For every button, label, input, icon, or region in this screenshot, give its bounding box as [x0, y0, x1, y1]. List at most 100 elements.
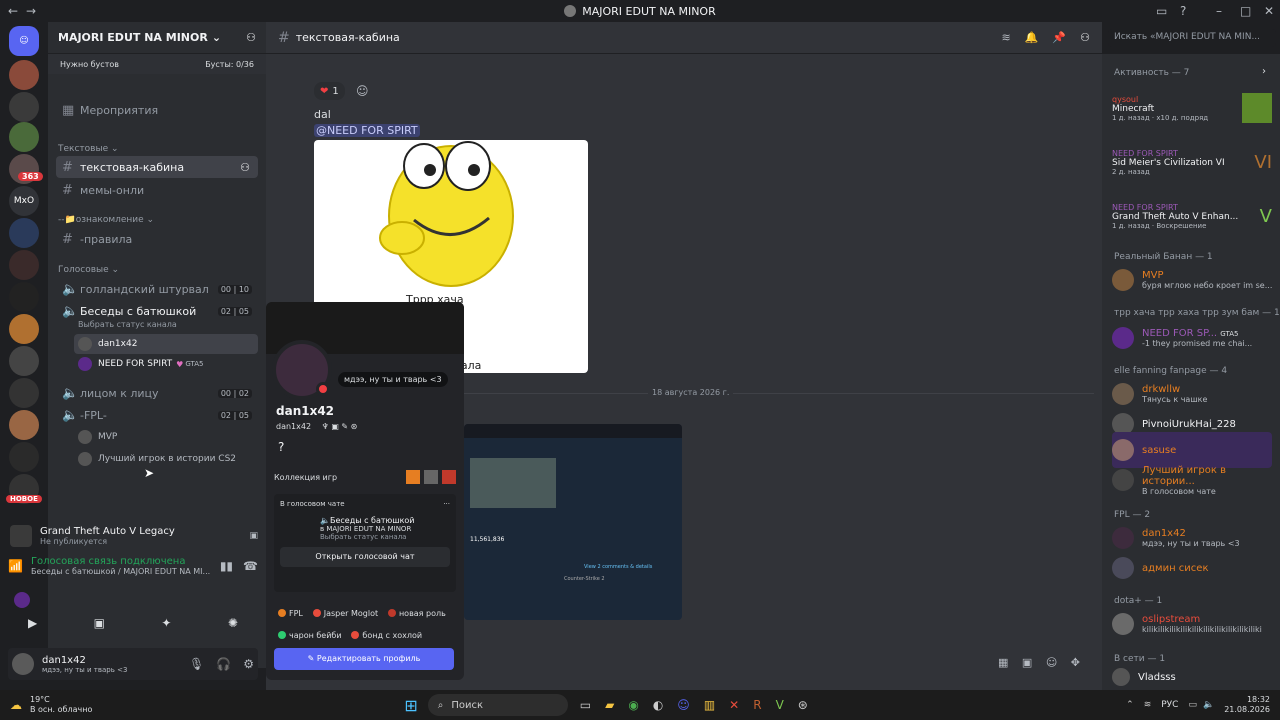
volume-icon[interactable]: 🔈 — [1203, 700, 1214, 710]
activity-item[interactable]: NEED FOR SPIRT Grand Theft Auto V Enhan.… — [1112, 196, 1272, 236]
member-item[interactable]: oslipstream kilikilikilikilikilikilikilik… — [1112, 606, 1272, 642]
headphones-icon[interactable]: 🎧 — [216, 657, 231, 671]
task-view-icon[interactable]: ▭ — [580, 698, 591, 712]
weather[interactable]: 19°C В осн. облачно — [30, 695, 92, 715]
server-icon[interactable] — [9, 250, 39, 280]
microphone-icon[interactable]: 🎙 — [189, 657, 204, 671]
voice-channel-active[interactable]: 🔈 Беседы с батюшкой 02 | 05 — [56, 300, 258, 322]
add-member-icon[interactable]: ⚇ — [240, 161, 250, 174]
activities-icon[interactable]: ✦ — [161, 616, 171, 630]
tray-up-icon[interactable]: ⌃ — [1126, 700, 1134, 710]
network-icon[interactable]: ▭ — [1188, 700, 1197, 710]
avatar[interactable] — [14, 592, 30, 608]
channel-status[interactable]: Выбрать статус канала — [78, 320, 177, 329]
open-voice-button[interactable]: Открыть голосовой чат — [280, 547, 450, 567]
member-item[interactable]: NEED FOR SP... GTA5 -1 they promised me c… — [1112, 320, 1272, 356]
events-item[interactable]: ▦ Мероприятия — [56, 99, 258, 121]
pin-icon[interactable]: 📌 — [1052, 31, 1066, 44]
server-icon[interactable] — [9, 60, 39, 90]
inbox-icon[interactable]: ▭ — [1156, 4, 1167, 18]
member-item[interactable]: Vladsss — [1112, 664, 1272, 690]
signal-icon[interactable]: 📶 — [8, 559, 23, 573]
clock[interactable]: 18:32 21.08.2026 — [1224, 695, 1270, 715]
server-icon[interactable] — [9, 122, 39, 152]
explorer-icon[interactable]: ▰ — [605, 698, 614, 712]
game-activity[interactable]: Grand Theft Auto V Legacy Не публикуется… — [10, 520, 258, 552]
activity-item[interactable]: qysoul Minecraft 1 д. назад · x10 д. под… — [1112, 88, 1272, 128]
voice-user[interactable]: MVP — [78, 430, 117, 444]
edit-profile-button[interactable]: ✎ Редактировать профиль — [274, 648, 454, 670]
screen-share-icon[interactable]: ▣ — [94, 616, 105, 630]
app-icon[interactable]: V — [776, 698, 784, 712]
server-icon[interactable] — [9, 378, 39, 408]
channel-text-cabin[interactable]: # текстовая-кабина ⚇ — [56, 156, 258, 178]
app-icon[interactable]: ⊛ — [798, 698, 808, 712]
bell-icon[interactable]: 🔔 — [1025, 31, 1039, 44]
avatar[interactable] — [12, 653, 34, 675]
channel-memes[interactable]: # мемы-онли — [56, 179, 258, 201]
disconnect-icon[interactable]: ☎ — [243, 559, 258, 573]
category-voice[interactable]: Голосовые ⌄ — [58, 265, 119, 275]
boost-bar[interactable]: Нужно бустов Бусты: 0/36 — [48, 54, 266, 74]
add-member-icon[interactable]: ⚇ — [246, 31, 256, 44]
windows-start-icon[interactable]: ⊞ — [404, 696, 417, 715]
emoji-icon[interactable]: ☺ — [1046, 656, 1057, 669]
discord-icon[interactable]: ☺ — [677, 698, 690, 712]
server-icon[interactable] — [9, 218, 39, 248]
reaction[interactable]: ❤ 1 — [314, 82, 345, 100]
help-icon[interactable]: ? — [1180, 4, 1186, 18]
voice-channel[interactable]: 🔈 голландский штурвал 00 | 10 — [56, 278, 258, 300]
maximize-icon[interactable]: □ — [1240, 4, 1251, 18]
server-icon[interactable] — [9, 442, 39, 472]
member-item[interactable]: админ сисек — [1112, 550, 1272, 586]
more-icon[interactable]: ··· — [443, 500, 450, 508]
gift-icon[interactable]: ▦ — [998, 656, 1008, 669]
gif-icon[interactable]: ▣ — [1022, 656, 1032, 669]
server-header[interactable]: MAJORI EDUT NA MINOR ⌄ ⚇ — [48, 22, 266, 54]
chrome-icon[interactable]: ◉ — [628, 698, 638, 712]
forward-arrow-icon[interactable]: → — [26, 4, 36, 18]
close-icon[interactable]: ✕ — [1264, 4, 1274, 18]
wifi-icon[interactable]: ≋ — [1144, 700, 1152, 710]
add-reaction-icon[interactable]: ☺ — [356, 84, 369, 98]
server-icon[interactable] — [9, 410, 39, 440]
search-input[interactable]: Искать «MAJORI EDUT NA MIN... — [1108, 29, 1276, 47]
app-icon[interactable]: ▥ — [704, 698, 715, 712]
soundboard-icon[interactable]: ✺ — [228, 616, 238, 630]
voice-location[interactable]: Беседы с батюшкой / MAJORI EDUT NA MI... — [31, 567, 210, 576]
voice-user[interactable]: Лучший игрок в истории CS2 — [78, 452, 236, 466]
members-icon[interactable]: ⚇ — [1080, 31, 1090, 44]
minimize-icon[interactable]: – — [1216, 4, 1222, 18]
server-icon[interactable] — [9, 92, 39, 122]
weather-icon[interactable]: ☁ — [10, 698, 22, 712]
channel-rules[interactable]: # -правила — [56, 228, 258, 250]
screenshot-attachment[interactable]: 11,561,836 View 2 comments & details Cou… — [464, 424, 682, 620]
taskbar-search[interactable]: ⌕ Поиск — [427, 694, 568, 716]
server-icon[interactable] — [9, 346, 39, 376]
member-item[interactable]: MVP буря мглою небо кроет im se... — [1112, 262, 1272, 298]
activity-item[interactable]: NEED FOR SPIRT Sid Meier's Civilization … — [1112, 142, 1272, 182]
game-collection[interactable]: Коллекция игр — [274, 466, 456, 488]
app-icon[interactable]: R — [753, 698, 761, 712]
noise-icon[interactable]: ▮▮ — [220, 559, 233, 573]
discord-home-icon[interactable]: ☺ — [9, 26, 39, 56]
screen-share-icon[interactable]: ▣ — [249, 531, 258, 541]
voice-user[interactable]: dan1x42 — [74, 334, 258, 354]
threads-icon[interactable]: ≋ — [1002, 31, 1011, 44]
language-indicator[interactable]: РУС — [1161, 700, 1178, 710]
server-icon[interactable] — [9, 314, 39, 344]
apps-icon[interactable]: ✥ — [1071, 656, 1080, 669]
back-arrow-icon[interactable]: ← — [8, 4, 18, 18]
server-mxo[interactable]: MxO — [9, 186, 39, 216]
voice-channel[interactable]: 🔈 -FPL- 02 | 05 — [56, 404, 258, 426]
camera-icon[interactable]: ▶ — [28, 616, 37, 630]
voice-channel[interactable]: 🔈 лицом к лицу 00 | 02 — [56, 382, 258, 404]
member-item[interactable]: Лучший игрок в истории... В голосовом чат… — [1112, 462, 1272, 498]
server-icon[interactable] — [9, 282, 39, 312]
category-text[interactable]: Текстовые ⌄ — [58, 144, 119, 154]
steam-icon[interactable]: ◐ — [653, 698, 663, 712]
chevron-right-icon[interactable]: › — [1262, 66, 1266, 77]
app-icon[interactable]: ✕ — [729, 698, 739, 712]
voice-user[interactable]: NEED FOR SPIRT ♥ GTA5 — [78, 357, 204, 371]
category-intro[interactable]: --📁ознакомление ⌄ — [58, 215, 154, 225]
